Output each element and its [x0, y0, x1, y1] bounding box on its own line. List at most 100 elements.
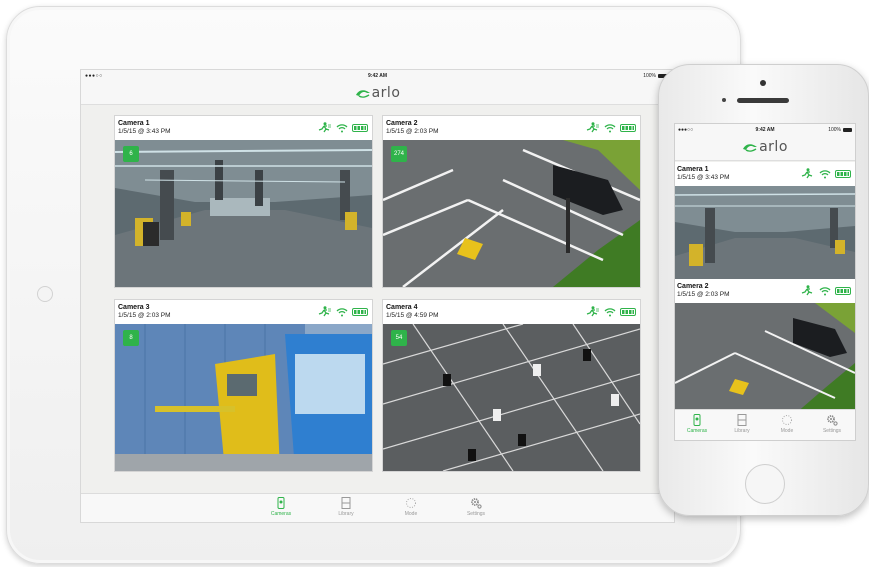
tab-label: Settings: [466, 511, 486, 517]
wifi-icon: [336, 123, 348, 132]
tab-settings[interactable]: Settings: [456, 497, 496, 517]
iphone-home-button[interactable]: [745, 464, 785, 504]
camera-timestamp: 1/5/15 @ 2:03 PM: [118, 312, 171, 319]
camera-status-icons: [801, 168, 851, 179]
gear-icon: [471, 498, 482, 509]
camera-tile[interactable]: Camera 1 1/5/15 @ 3:43 PM: [114, 115, 373, 288]
event-count-badge: 274: [391, 146, 408, 162]
camera-tile-header: Camera 3 1/5/15 @ 2:03 PM: [115, 300, 372, 324]
motion-icon: [318, 122, 331, 133]
gear-icon: [827, 415, 838, 426]
wifi-icon: [604, 123, 616, 132]
camera-tile-header: Camera 1 1/5/15 @ 3:43 PM: [675, 162, 855, 186]
camera-feed-image[interactable]: 8: [115, 324, 372, 471]
tab-label: Library: [734, 428, 750, 434]
tab-bar: Cameras Library Mode Settings: [81, 493, 674, 522]
camera-name: Camera 2: [677, 283, 709, 290]
tab-label: Mode: [404, 511, 418, 517]
mode-icon: [406, 498, 416, 508]
event-count-badge: 6: [123, 146, 139, 162]
camera-name: Camera 1: [677, 166, 709, 173]
status-time: 9:42 AM: [368, 73, 387, 79]
tab-label: Settings: [822, 428, 842, 434]
camera-feed-image[interactable]: 54: [383, 324, 640, 471]
film-icon: [737, 414, 747, 426]
mode-icon: [782, 415, 792, 425]
camera-feed-image[interactable]: 274: [383, 140, 640, 287]
battery-icon: [352, 123, 368, 132]
ipad-device: ●●●○○ 9:42 AM 100% arlo Camera 1 1/5/15 …: [6, 6, 741, 564]
tab-cameras[interactable]: Cameras: [677, 414, 717, 434]
app-header: arlo: [81, 82, 674, 105]
camera-tile[interactable]: Camera 4 1/5/15 @ 4:59 PM 54: [382, 299, 641, 472]
earpiece-speaker: [737, 98, 789, 103]
camera-timestamp: 1/5/15 @ 4:59 PM: [386, 312, 439, 319]
camera-name: Camera 2: [386, 120, 418, 127]
battery-icon: [835, 286, 851, 295]
logo-text: arlo: [371, 85, 401, 101]
iphone-screen: ●●●○○ 9:42 AM 100% arlo Camera 1 1/5/15 …: [674, 123, 856, 441]
wifi-icon: [336, 307, 348, 316]
camera-timestamp: 1/5/15 @ 2:03 PM: [677, 291, 730, 298]
motion-icon: [801, 168, 813, 179]
camera-name: Camera 1: [118, 120, 150, 127]
camera-status-icons: [586, 122, 636, 133]
camera-timestamp: 1/5/15 @ 3:43 PM: [118, 128, 171, 135]
camera-name: Camera 4: [386, 304, 418, 311]
status-bar: ●●●○○ 9:42 AM 100%: [675, 124, 855, 136]
arlo-logo: arlo: [355, 85, 401, 101]
camera-icon: [693, 414, 701, 426]
battery-indicator: 100%: [828, 127, 852, 133]
camera-icon: [277, 497, 285, 509]
battery-icon: [843, 127, 852, 132]
wifi-icon: [819, 169, 831, 178]
tab-library[interactable]: Library: [326, 497, 366, 517]
motion-icon: [586, 122, 599, 133]
sensor: [722, 98, 726, 102]
tab-bar: Cameras Library Mode Settings: [675, 409, 855, 440]
camera-tile-header: Camera 2 1/5/15 @ 2:03 PM: [675, 279, 855, 303]
motion-icon: [801, 285, 813, 296]
event-count-badge: 54: [391, 330, 407, 346]
ipad-screen: ●●●○○ 9:42 AM 100% arlo Camera 1 1/5/15 …: [80, 69, 675, 523]
wifi-icon: [604, 307, 616, 316]
tab-mode[interactable]: Mode: [391, 497, 431, 517]
battery-icon: [620, 123, 636, 132]
tab-label: Mode: [780, 428, 794, 434]
film-icon: [341, 497, 351, 509]
camera-tile[interactable]: Camera 2 1/5/15 @ 2:03 PM: [675, 279, 855, 414]
event-count-badge: 8: [123, 330, 139, 346]
tab-label: Cameras: [270, 511, 292, 517]
camera-status-icons: [586, 306, 636, 317]
tab-label: Library: [338, 511, 354, 517]
front-camera: [760, 80, 766, 86]
arlo-logo-icon: [743, 144, 758, 152]
camera-status-icons: [318, 122, 368, 133]
battery-icon: [835, 169, 851, 178]
motion-icon: [318, 306, 331, 317]
ipad-home-button[interactable]: [37, 286, 53, 302]
status-bar: ●●●○○ 9:42 AM 100%: [81, 70, 674, 82]
camera-tile[interactable]: Camera 2 1/5/15 @ 2:03 PM: [382, 115, 641, 288]
camera-feed-image[interactable]: [675, 303, 855, 414]
camera-tile[interactable]: Camera 3 1/5/15 @ 2:03 PM 8: [114, 299, 373, 472]
battery-icon: [352, 307, 368, 316]
tab-cameras[interactable]: Cameras: [261, 497, 301, 517]
wifi-icon: [819, 286, 831, 295]
camera-tile-header: Camera 4 1/5/15 @ 4:59 PM: [383, 300, 640, 324]
logo-text: arlo: [759, 139, 788, 155]
motion-icon: [586, 306, 599, 317]
tab-mode[interactable]: Mode: [767, 414, 807, 434]
tab-settings[interactable]: Settings: [812, 414, 852, 434]
arlo-logo: arlo: [742, 139, 788, 155]
camera-tile-header: Camera 2 1/5/15 @ 2:03 PM: [383, 116, 640, 140]
camera-timestamp: 1/5/15 @ 3:43 PM: [677, 174, 730, 181]
tab-library[interactable]: Library: [722, 414, 762, 434]
app-header: arlo: [675, 136, 855, 161]
camera-name: Camera 3: [118, 304, 150, 311]
camera-feed-image[interactable]: 6: [115, 140, 372, 287]
iphone-device: ●●●○○ 9:42 AM 100% arlo Camera 1 1/5/15 …: [658, 64, 869, 516]
camera-status-icons: [801, 285, 851, 296]
camera-tile[interactable]: Camera 1 1/5/15 @ 3:43 PM: [675, 162, 855, 297]
camera-timestamp: 1/5/15 @ 2:03 PM: [386, 128, 439, 135]
